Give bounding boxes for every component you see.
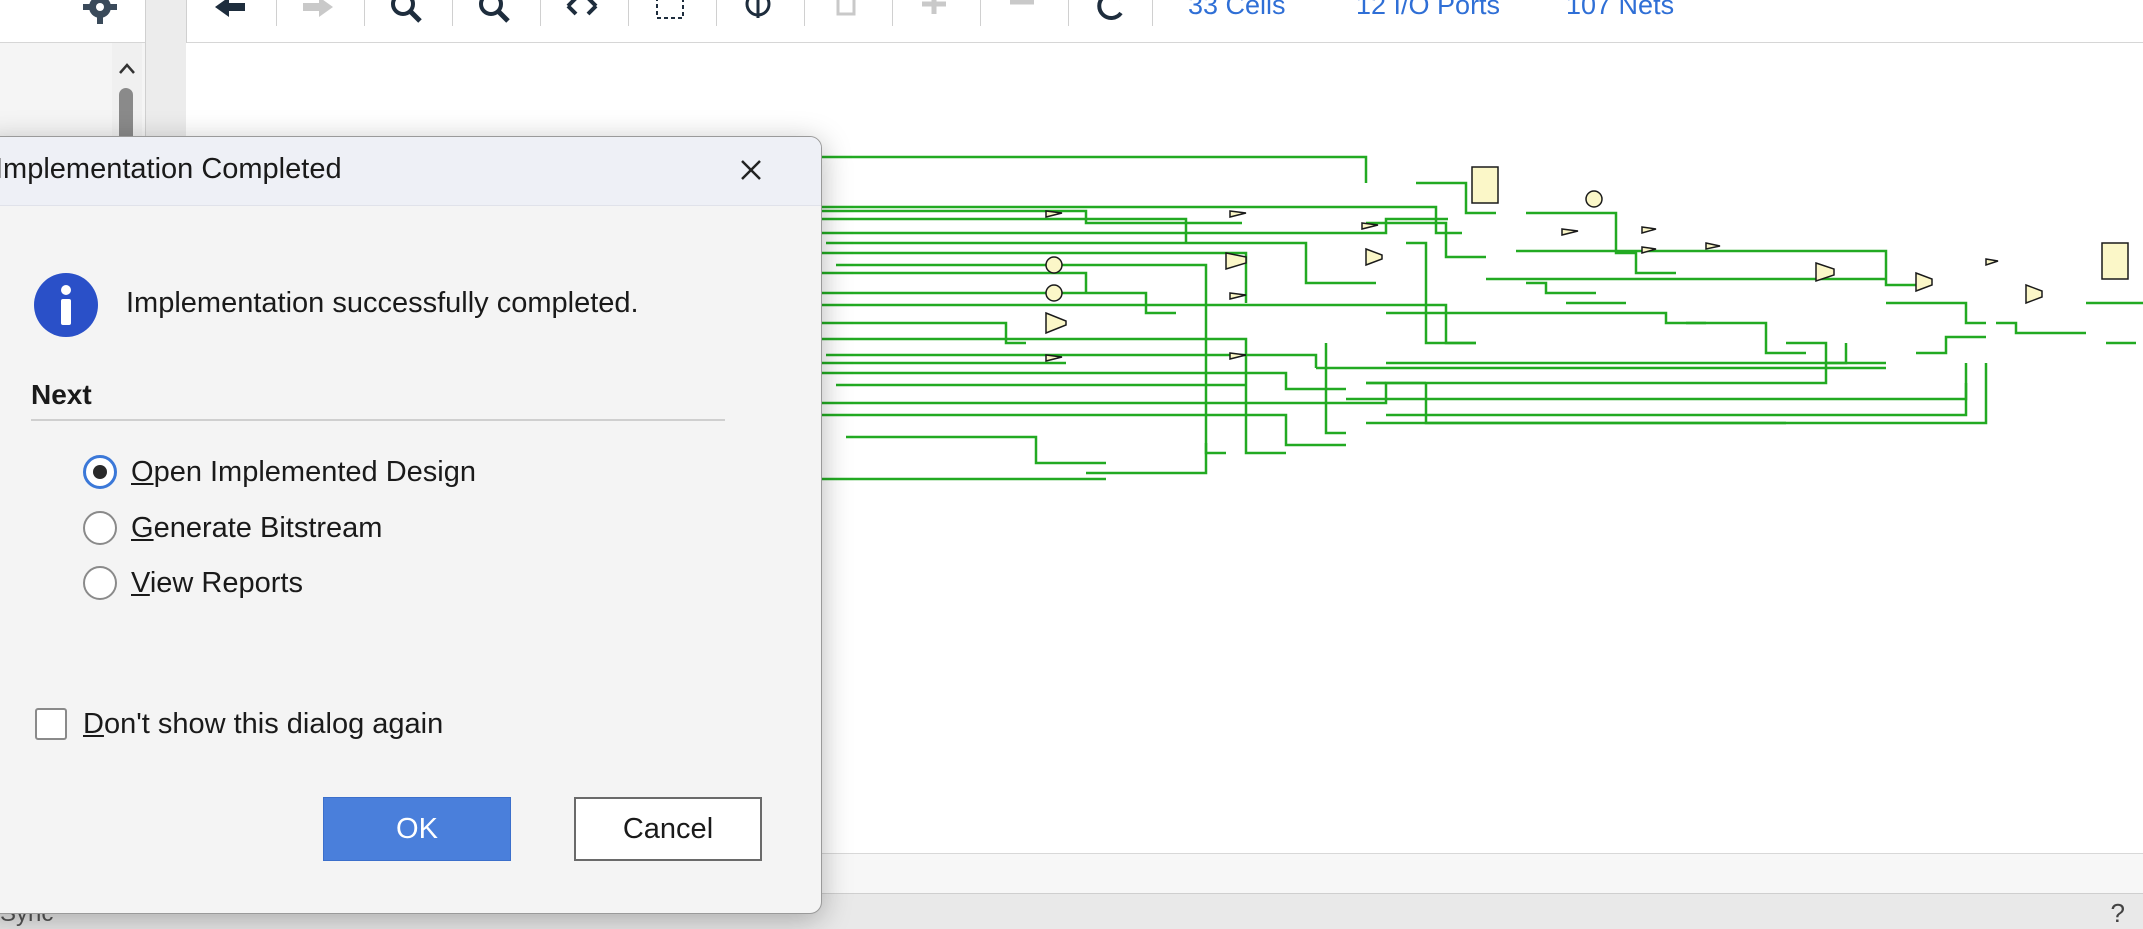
gate-cell xyxy=(1641,226,1657,234)
section-divider xyxy=(31,419,725,421)
radio-open-implemented-design[interactable]: Open Implemented Design xyxy=(83,450,476,494)
info-icon xyxy=(34,273,98,337)
buffer-cell xyxy=(1045,256,1063,274)
zoom-out-icon[interactable] xyxy=(474,0,514,23)
register-cell xyxy=(2101,242,2129,280)
radio-label: Generate Bitstream xyxy=(131,511,383,544)
remove-icon[interactable] xyxy=(1002,0,1042,22)
radio-button[interactable] xyxy=(83,511,117,545)
dialog-title-bar[interactable]: Implementation Completed xyxy=(0,137,821,206)
mux-cell xyxy=(1045,311,1067,335)
mux-cell xyxy=(2025,283,2043,305)
add-icon[interactable] xyxy=(914,0,954,22)
close-button[interactable] xyxy=(721,145,781,195)
radio-button[interactable] xyxy=(83,566,117,600)
gate-cell xyxy=(1229,210,1247,218)
mux-cell xyxy=(1365,247,1383,267)
gate-cell xyxy=(1705,242,1721,250)
buffer-cell xyxy=(1585,190,1603,208)
zoom-fit-icon[interactable] xyxy=(562,0,602,22)
scroll-up-icon[interactable] xyxy=(112,53,142,83)
gate-cell xyxy=(1561,228,1579,236)
gate-cell xyxy=(1985,258,1999,267)
nets-count-link[interactable]: 107 Nets xyxy=(1566,0,1674,21)
autofit-icon[interactable] xyxy=(826,0,866,22)
schematic-nets xyxy=(786,155,2143,481)
radio-label: Open Implemented Design xyxy=(131,455,476,488)
zoom-in-icon[interactable] xyxy=(386,0,426,23)
select-icon[interactable] xyxy=(738,0,778,22)
ok-button[interactable]: OK xyxy=(323,797,511,861)
radio-button-selected[interactable] xyxy=(83,455,117,489)
gate-cell xyxy=(1229,292,1247,300)
schematic-cells xyxy=(1045,166,2129,362)
cells-count-link[interactable]: 33 Cells xyxy=(1188,0,1286,21)
radio-view-reports[interactable]: View Reports xyxy=(83,561,303,605)
cancel-button[interactable]: Cancel xyxy=(574,797,762,861)
register-cell xyxy=(1471,166,1499,204)
mux-cell xyxy=(1915,271,1933,293)
next-section-label: Next xyxy=(31,379,92,410)
back-arrow-icon[interactable] xyxy=(210,0,250,22)
radio-generate-bitstream[interactable]: Generate Bitstream xyxy=(83,506,382,550)
help-indicator[interactable]: ? xyxy=(2111,898,2125,929)
implementation-completed-dialog: Implementation Completed Implementation … xyxy=(0,136,822,914)
radio-label: View Reports xyxy=(131,566,303,599)
forward-arrow-icon[interactable] xyxy=(298,0,338,22)
io-ports-count-link[interactable]: 12 I/O Ports xyxy=(1356,0,1500,21)
mux-cell xyxy=(1225,252,1247,271)
schematic-toolbar: 33 Cells 12 I/O Ports 107 Nets xyxy=(0,0,2143,43)
dont-show-again-checkbox-row[interactable]: Don't show this dialog again xyxy=(35,702,443,746)
zoom-area-icon[interactable] xyxy=(650,0,690,22)
settings-gear-icon[interactable] xyxy=(80,0,120,24)
dialog-title: Implementation Completed xyxy=(0,153,342,185)
dont-show-again-checkbox[interactable] xyxy=(35,708,67,740)
dont-show-again-label: Don't show this dialog again xyxy=(83,707,444,740)
refresh-icon[interactable] xyxy=(1090,0,1130,22)
buffer-cell xyxy=(1045,284,1063,302)
close-icon xyxy=(741,160,761,180)
dialog-message: Implementation successfully completed. xyxy=(126,287,639,319)
